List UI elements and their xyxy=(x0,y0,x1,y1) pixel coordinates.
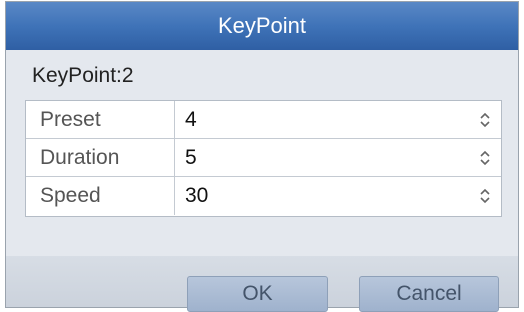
preset-label: Preset xyxy=(26,101,175,138)
settings-table: Preset 4 Duration 5 Speed 30 xyxy=(25,100,502,217)
duration-value[interactable]: 5 xyxy=(185,146,197,170)
preset-value[interactable]: 4 xyxy=(185,108,197,132)
cancel-button[interactable]: Cancel xyxy=(359,276,499,312)
keypoint-dialog: KeyPoint KeyPoint:2 Preset 4 Duration 5 xyxy=(5,1,519,308)
speed-label: Speed xyxy=(26,177,175,215)
ok-button[interactable]: OK xyxy=(187,276,328,312)
keypoint-number-label: KeyPoint:2 xyxy=(32,64,134,87)
speed-value[interactable]: 30 xyxy=(185,184,208,208)
duration-field[interactable]: 5 xyxy=(175,139,501,176)
dialog-title: KeyPoint xyxy=(217,13,307,38)
preset-field[interactable]: 4 xyxy=(175,101,501,138)
up-down-spinner-icon[interactable] xyxy=(479,111,491,129)
speed-row: Speed 30 xyxy=(26,177,501,215)
up-down-spinner-icon[interactable] xyxy=(479,187,491,205)
dialog-titlebar: KeyPoint xyxy=(6,2,518,50)
duration-label: Duration xyxy=(26,139,175,176)
speed-field[interactable]: 30 xyxy=(175,177,501,215)
up-down-spinner-icon[interactable] xyxy=(479,149,491,167)
duration-row: Duration 5 xyxy=(26,139,501,177)
preset-row: Preset 4 xyxy=(26,101,501,139)
